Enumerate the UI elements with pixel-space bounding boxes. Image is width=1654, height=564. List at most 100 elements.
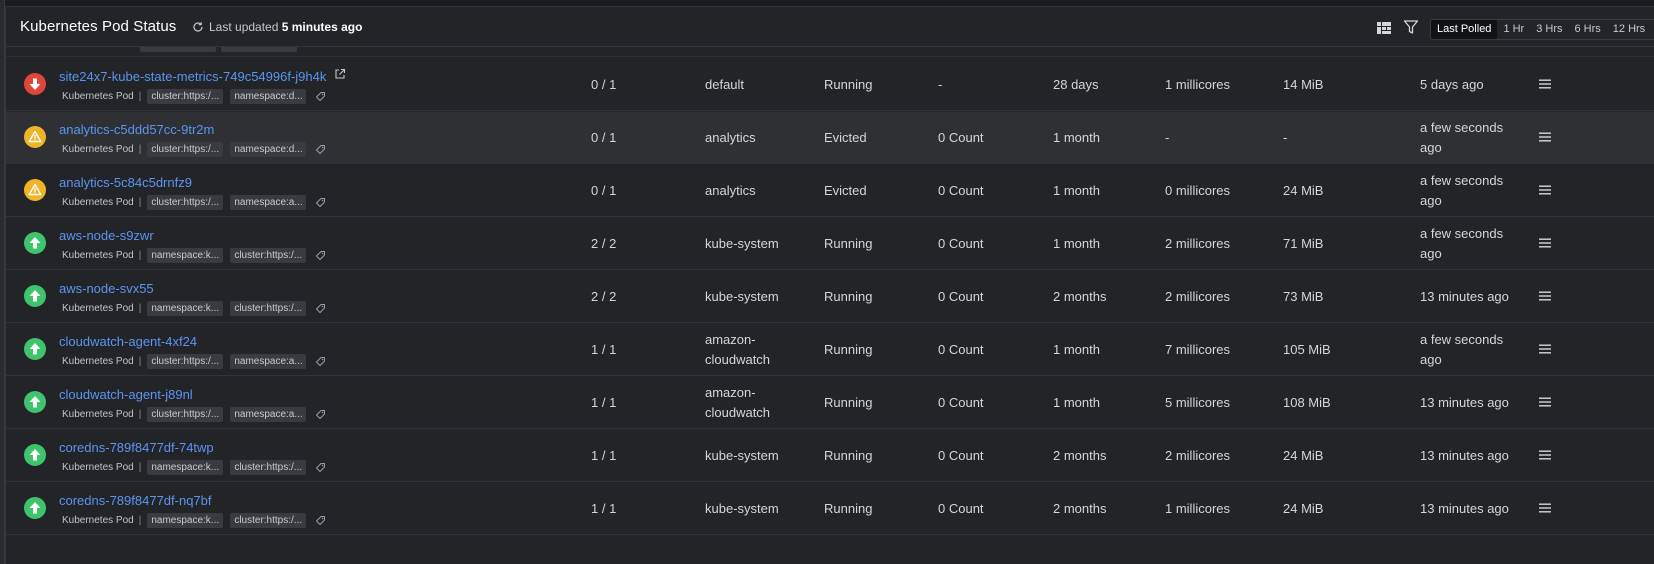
hamburger-menu-icon[interactable] (1539, 131, 1551, 143)
table-row[interactable]: aws-node-svx55 Kubernetes Pod | namespace:k… (6, 271, 1654, 323)
tag-icon[interactable] (315, 356, 326, 367)
refresh-icon[interactable] (192, 21, 204, 33)
tag-chip[interactable]: cluster:https:/... (147, 407, 224, 422)
tag-icon[interactable] (315, 409, 326, 420)
memory-cell: 24 MiB (1283, 183, 1324, 198)
hamburger-menu-icon[interactable] (1539, 184, 1551, 196)
tag-icon[interactable] (315, 462, 326, 473)
separator: | (138, 91, 142, 102)
tag-icon[interactable] (315, 515, 326, 526)
pod-name-link[interactable]: aws-node-svx55 (59, 281, 154, 296)
tag-chip[interactable]: namespace:k... (147, 513, 224, 528)
pod-meta: Kubernetes Pod | cluster:https:/... namespa… (62, 354, 326, 369)
pod-name-link[interactable]: analytics-5c84c5drnfz9 (59, 175, 192, 190)
pod-status-panel: Kubernetes Pod Status Last updated 5 min… (5, 6, 1654, 564)
tag-chip[interactable]: namespace:k... (147, 248, 224, 263)
last-polled-cell: a few seconds ago (1420, 332, 1504, 367)
range-button[interactable]: 12 Hrs (1607, 20, 1651, 39)
tag-chip[interactable]: cluster:https:/... (147, 89, 224, 104)
panel-header: Kubernetes Pod Status Last updated 5 min… (6, 7, 1654, 47)
phase-cell: Evicted (824, 130, 867, 145)
pod-name-link[interactable]: coredns-789f8477df-74twp (59, 440, 214, 455)
range-button[interactable]: 1 Hr (1497, 20, 1530, 39)
range-button[interactable]: 6 Hrs (1569, 20, 1607, 39)
tag-chip[interactable]: namespace:a... (230, 195, 307, 210)
tag-icon[interactable] (315, 250, 326, 261)
tag-chip[interactable]: cluster:https:/... (230, 460, 307, 475)
separator: | (138, 303, 142, 314)
range-button[interactable]: Last Polled (1431, 20, 1498, 39)
hamburger-menu-icon[interactable] (1539, 502, 1551, 514)
tag-chip[interactable]: namespace:k... (147, 460, 224, 475)
namespace-cell: analytics (705, 130, 756, 145)
memory-cell: - (1283, 130, 1288, 145)
hamburger-menu-icon[interactable] (1539, 78, 1551, 90)
phase-cell: Running (824, 342, 873, 357)
table-row[interactable]: coredns-789f8477df-nq7bf Kubernetes Pod | n… (6, 483, 1654, 535)
resource-type-label: Kubernetes Pod (62, 462, 134, 473)
last-polled-cell: 13 minutes ago (1420, 289, 1509, 304)
age-cell: 2 months (1053, 501, 1107, 516)
age-cell: 2 months (1053, 289, 1107, 304)
resource-type-label: Kubernetes Pod (62, 250, 134, 261)
table-row[interactable]: analytics-c5ddd57cc-9tr2m Kubernetes Pod |… (6, 112, 1654, 164)
ready-cell: 0 / 1 (591, 130, 617, 145)
tag-icon[interactable] (315, 303, 326, 314)
cpu-cell: 2 millicores (1165, 289, 1231, 304)
pod-name-link[interactable]: cloudwatch-agent-j89nl (59, 387, 193, 402)
tag-chip[interactable]: cluster:https:/... (147, 195, 224, 210)
resource-type-label: Kubernetes Pod (62, 303, 134, 314)
status-warning-icon (24, 179, 46, 201)
cpu-cell: 1 millicores (1165, 77, 1231, 92)
namespace-cell: analytics (705, 183, 756, 198)
tag-chip[interactable]: cluster:https:/... (230, 248, 307, 263)
pod-name-link[interactable]: coredns-789f8477df-nq7bf (59, 493, 212, 508)
cpu-cell: 2 millicores (1165, 236, 1231, 251)
tag-chip[interactable]: cluster:https:/... (230, 301, 307, 316)
age-cell: 1 month (1053, 395, 1100, 410)
tag-icon[interactable] (315, 144, 326, 155)
table-row[interactable]: cloudwatch-agent-j89nl Kubernetes Pod | clu… (6, 377, 1654, 429)
table-row[interactable]: coredns-789f8477df-74twp Kubernetes Pod | n… (6, 430, 1654, 482)
hamburger-menu-icon[interactable] (1539, 396, 1551, 408)
tag-chip[interactable]: namespace:d... (230, 142, 307, 157)
tag-chip[interactable]: namespace:d... (230, 89, 307, 104)
table-row[interactable]: site24x7-kube-state-metrics-749c54996f-j… (6, 59, 1654, 111)
tag-chip[interactable]: cluster:https:/... (230, 513, 307, 528)
pod-name-link[interactable]: cloudwatch-agent-4xf24 (59, 334, 197, 349)
table-row[interactable]: aws-node-s9zwr Kubernetes Pod | namespace:k… (6, 218, 1654, 270)
pod-name-link[interactable]: aws-node-s9zwr (59, 228, 154, 243)
table-row[interactable]: analytics-5c84c5drnfz9 Kubernetes Pod | clu… (6, 165, 1654, 217)
layout-icon[interactable] (1376, 20, 1392, 36)
last-updated-value: 5 minutes ago (281, 20, 363, 34)
age-cell: 1 month (1053, 342, 1100, 357)
status-up-icon (24, 391, 46, 413)
pod-name-link[interactable]: site24x7-kube-state-metrics-749c54996f-j… (59, 69, 326, 84)
age-cell: 28 days (1053, 77, 1099, 92)
tag-chip[interactable]: cluster:https:/... (147, 142, 224, 157)
last-updated-prefix: Last updated (209, 20, 279, 34)
hamburger-menu-icon[interactable] (1539, 290, 1551, 302)
ready-cell: 2 / 2 (591, 289, 617, 304)
tag-chip[interactable]: namespace:a... (230, 407, 307, 422)
last-polled-cell: 13 minutes ago (1420, 448, 1509, 463)
restarts-cell: 0 Count (938, 236, 984, 251)
filter-icon[interactable] (1403, 19, 1419, 35)
table-row[interactable]: cloudwatch-agent-4xf24 Kubernetes Pod | clu… (6, 324, 1654, 376)
hamburger-menu-icon[interactable] (1539, 449, 1551, 461)
tag-chip[interactable]: namespace:a... (230, 354, 307, 369)
resource-type-label: Kubernetes Pod (62, 356, 134, 367)
hamburger-menu-icon[interactable] (1539, 343, 1551, 355)
tag-icon[interactable] (315, 91, 326, 102)
phase-cell: Evicted (824, 183, 867, 198)
cpu-cell: 5 millicores (1165, 395, 1231, 410)
hamburger-menu-icon[interactable] (1539, 237, 1551, 249)
tag-chip[interactable]: namespace:k... (147, 301, 224, 316)
pod-name-link[interactable]: analytics-c5ddd57cc-9tr2m (59, 122, 214, 137)
tag-chip[interactable]: cluster:https:/... (147, 354, 224, 369)
tag-icon[interactable] (315, 197, 326, 208)
range-button[interactable]: 3 Hrs (1530, 20, 1568, 39)
ready-cell: 2 / 2 (591, 236, 617, 251)
external-link-icon[interactable] (334, 68, 346, 80)
status-up-icon (24, 285, 46, 307)
